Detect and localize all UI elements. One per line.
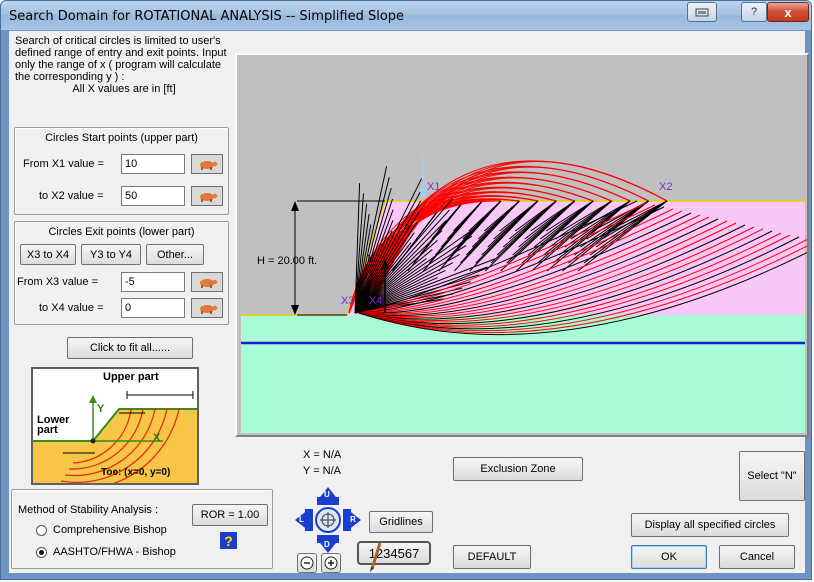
method-option-label: AASHTO/FHWA - Bishop [53, 546, 176, 558]
method-group: Method of Stability Analysis : Comprehen… [11, 489, 273, 569]
x1-label: From X1 value = [23, 158, 105, 170]
radio-selected-dot [39, 549, 44, 555]
x2-input[interactable] [121, 186, 185, 206]
method-option-aashto[interactable]: AASHTO/FHWA - Bishop [36, 546, 176, 558]
method-option-comprehensive[interactable]: Comprehensive Bishop [36, 524, 167, 536]
y-coordinate-readout: Y = N/A [303, 465, 342, 477]
x2-pick-button[interactable] [191, 186, 223, 206]
y-axis-label: Y [367, 253, 375, 265]
exclusion-zone-button[interactable]: Exclusion Zone [453, 457, 583, 481]
x3-marker-label: X3 [341, 295, 355, 307]
restore-icon [695, 8, 709, 16]
x4-label: to X4 value = [39, 302, 104, 314]
tab-other[interactable]: Other... [146, 244, 204, 265]
nav-left-label[interactable]: L [299, 515, 304, 524]
x3-label: From X3 value = [17, 276, 99, 288]
title-bar: Search Domain for ROTATIONAL ANALYSIS --… [1, 1, 811, 30]
pencil-icon [369, 541, 383, 573]
gridlines-button[interactable]: Gridlines [369, 511, 433, 533]
height-arrow-down [291, 305, 299, 315]
slope-sketch: Upper part Lower part Y X Toe: (x=0, y=0… [31, 367, 199, 485]
ror-button[interactable]: ROR = 1.00 [192, 504, 268, 526]
zoom-in-button[interactable] [321, 553, 341, 573]
tab-y3-to-y4[interactable]: Y3 to Y4 [81, 244, 141, 265]
help-button[interactable]: ? [220, 532, 237, 549]
select-n-button[interactable]: Select "N" [739, 451, 805, 501]
ok-button[interactable]: OK [631, 545, 707, 569]
entry-pointer-arrow [419, 189, 427, 199]
tab-x3-to-x4[interactable]: X3 to X4 [20, 244, 76, 265]
window-title: Search Domain for ROTATIONAL ANALYSIS --… [9, 9, 405, 24]
x3-input[interactable] [121, 272, 185, 292]
x4-input[interactable] [121, 298, 185, 318]
help-title-button[interactable]: ? [741, 2, 767, 22]
fit-all-button[interactable]: Click to fit all...... [67, 337, 193, 359]
navigation-pad: U D L R [295, 487, 361, 553]
dialog-window: Search Domain for ROTATIONAL ANALYSIS --… [0, 0, 812, 580]
x1-marker-label: X1 [427, 181, 441, 193]
x2-label: to X2 value = [39, 190, 104, 202]
start-points-group: Circles Start points (upper part) From X… [14, 127, 229, 215]
slope-plot[interactable]: H = 20.00 ft. X1 X2 X3 X4 Y [235, 53, 811, 437]
zoom-out-icon [300, 556, 314, 570]
intro-description: Search of critical circles is limited to… [15, 35, 227, 83]
intro-text: Search of critical circles is limited to… [15, 35, 233, 95]
sketch-upper-label: Upper part [103, 371, 159, 383]
height-label: H = 20.00 ft. [257, 255, 318, 267]
radio-aashto[interactable] [36, 546, 47, 558]
nav-right-label[interactable]: R [350, 515, 356, 524]
x3-pick-button[interactable] [191, 272, 223, 292]
close-icon: x [784, 4, 792, 20]
default-button[interactable]: DEFAULT [453, 545, 531, 569]
height-arrow-up [291, 201, 299, 211]
zoom-in-icon [324, 556, 338, 570]
dialog-client-area: Search of critical circles is limited to… [9, 31, 811, 573]
x2-marker-label: X2 [659, 181, 673, 193]
sketch-x-label: X [153, 432, 161, 444]
x4-marker-label: X4 [369, 295, 383, 307]
x-coordinate-readout: X = N/A [303, 449, 342, 461]
nav-down-label[interactable]: D [324, 540, 330, 549]
x4-pick-button[interactable] [191, 298, 223, 318]
cancel-button[interactable]: Cancel [719, 545, 795, 569]
display-all-circles-button[interactable]: Display all specified circles [631, 513, 789, 537]
method-option-label: Comprehensive Bishop [53, 524, 167, 536]
sketch-lower-label: Lower part [37, 414, 70, 436]
turtle-icon [200, 193, 218, 202]
exit-points-title: Circles Exit points (lower part) [48, 226, 195, 238]
lower-soil-layer [241, 315, 805, 433]
sketch-y-label: Y [97, 403, 105, 415]
zoom-out-button[interactable] [297, 553, 317, 573]
x1-input[interactable] [121, 154, 185, 174]
exit-points-group: Circles Exit points (lower part) X3 to X… [14, 221, 229, 325]
slope-plot-svg [241, 153, 811, 433]
x1-pick-button[interactable] [191, 154, 223, 174]
sketch-toe-label: Toe: (x=0, y=0) [101, 467, 171, 478]
turtle-icon [200, 161, 218, 170]
nav-up-label[interactable]: U [324, 490, 330, 499]
start-points-title: Circles Start points (upper part) [45, 132, 198, 144]
turtle-icon [200, 305, 218, 314]
help-icon: ? [750, 6, 758, 18]
radio-comprehensive[interactable] [36, 524, 47, 536]
close-button[interactable]: x [767, 2, 809, 22]
help-icon: ? [224, 532, 233, 549]
restore-button[interactable] [687, 2, 717, 22]
turtle-icon [200, 279, 218, 288]
units-note: All X values are in [ft] [72, 83, 176, 95]
method-title: Method of Stability Analysis : [18, 504, 159, 516]
